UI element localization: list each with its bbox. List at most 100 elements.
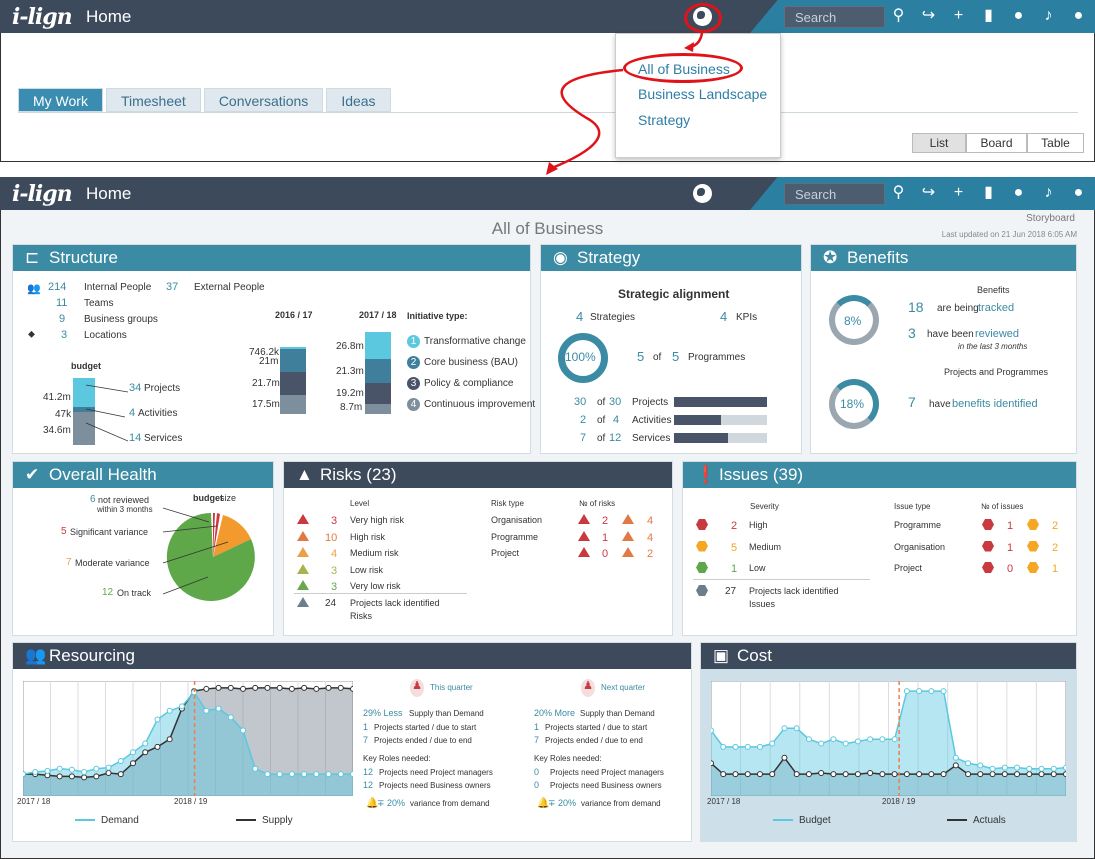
data-point <box>215 684 222 691</box>
data-point <box>744 771 751 778</box>
not-reviewed-label: not reviewed <box>98 495 150 505</box>
data-point <box>325 771 332 778</box>
strategy-row-aligned: 7 <box>580 432 587 444</box>
data-point <box>756 743 763 750</box>
user-icon[interactable]: ● <box>1070 7 1087 24</box>
list-view-button[interactable]: List <box>912 133 966 153</box>
data-point <box>720 771 727 778</box>
logo[interactable]: i-lign <box>12 4 73 30</box>
data-point <box>781 725 788 732</box>
tab-timesheet[interactable]: Timesheet <box>105 88 201 112</box>
data-point <box>891 771 898 778</box>
bell-icon[interactable]: ♪ <box>1040 184 1057 201</box>
tab-ideas[interactable]: Ideas <box>326 88 391 112</box>
strategy-percent: 100% <box>565 350 596 364</box>
risk-level-label: High risk <box>350 531 386 542</box>
plus-icon[interactable]: + <box>950 184 967 201</box>
data-point <box>203 685 210 692</box>
strategy-panel: ◉ Strategy Strategic alignment 4 Strategi… <box>540 244 802 454</box>
risk-level-label: Very low risk <box>350 581 401 591</box>
data-point <box>1001 771 1008 778</box>
plus-icon[interactable]: + <box>950 7 967 24</box>
budget-activities-value: 47k <box>55 409 72 420</box>
bell-icon[interactable]: ♪ <box>1040 7 1057 24</box>
issue-type-high-count: 1 <box>1007 520 1014 532</box>
tab-my-work[interactable]: My Work <box>18 88 103 112</box>
data-point <box>313 685 320 692</box>
board-view-button[interactable]: Board <box>966 133 1027 153</box>
logo[interactable]: i-lign <box>12 181 73 207</box>
quarter-supply: Supply than Demand <box>409 709 484 718</box>
data-point <box>301 771 308 778</box>
res-x-label-1: 2017 / 18 <box>17 797 51 806</box>
budget-label: budget <box>71 361 101 371</box>
tab-conversations[interactable]: Conversations <box>203 88 324 112</box>
variance-value: ∓ 20% <box>548 798 577 808</box>
data-point <box>240 727 246 734</box>
person-icon: ♟ <box>410 679 424 697</box>
issue-level-label: High <box>749 520 768 530</box>
search-input[interactable]: Search <box>784 6 885 28</box>
risk-triangle-icon <box>297 547 309 557</box>
issue-type-medium-icon <box>1027 519 1039 530</box>
issue-level-label: Low <box>749 563 766 573</box>
legend-demand: Demand <box>75 815 139 826</box>
person-icon: ♟ <box>581 679 595 697</box>
legend-budget: Budget <box>773 815 831 826</box>
risk-type-label: Project <box>491 548 520 558</box>
table-view-button[interactable]: Table <box>1027 133 1084 153</box>
business-groups-label: Business groups <box>84 314 158 325</box>
lack-issues-label-2: Issues <box>749 599 776 609</box>
reviewed-label: reviewed <box>975 328 1020 340</box>
search-input[interactable]: Search <box>784 183 885 205</box>
quarter-pct: 29% Less <box>363 708 403 718</box>
share-icon[interactable]: ↪ <box>920 7 937 24</box>
data-point <box>32 768 39 775</box>
data-point <box>23 771 26 778</box>
bo-count: 12 <box>363 780 374 790</box>
risk-level-header: Level <box>350 499 370 508</box>
home-title: Home <box>86 184 132 203</box>
chat-icon[interactable]: ● <box>1010 7 1027 24</box>
storyboard-link[interactable]: Storyboard <box>1026 213 1075 224</box>
data-point <box>769 771 776 778</box>
risk-level-label: Low risk <box>350 564 384 575</box>
issue-type-label: Programme <box>894 520 942 530</box>
search-icon[interactable]: ⚲ <box>890 184 907 201</box>
initiative-badge: 4 <box>407 398 420 411</box>
programmes-total: 5 <box>672 349 680 364</box>
data-point <box>744 743 751 750</box>
bookmark-icon[interactable]: ▮ <box>980 7 997 24</box>
data-point <box>1063 771 1066 778</box>
data-point <box>720 743 727 750</box>
globe-icon[interactable] <box>693 184 712 203</box>
risk-level-count: 10 <box>325 531 338 544</box>
bookmark-icon[interactable]: ▮ <box>980 184 997 201</box>
initiative-label: Transformative change <box>424 336 526 347</box>
benefits-title: Benefits <box>847 248 909 267</box>
search-icon[interactable]: ⚲ <box>890 7 907 24</box>
last-3-months-label: in the last 3 months <box>958 342 1028 351</box>
dropdown-strategy[interactable]: Strategy <box>638 112 690 128</box>
chat-icon[interactable]: ● <box>1010 184 1027 201</box>
lack-issues-count: 27 <box>725 586 737 597</box>
share-icon[interactable]: ↪ <box>920 184 937 201</box>
internal-people-count: 214 <box>48 281 67 293</box>
lack-risks-label-2: Risks <box>350 611 372 621</box>
issues-title: Issues (39) <box>719 465 804 484</box>
risk-count-header: № of risks <box>579 499 616 508</box>
key-roles-label: Key Roles needed: <box>534 754 602 763</box>
dropdown-business-landscape[interactable]: Business Landscape <box>638 86 767 102</box>
user-icon[interactable]: ● <box>1070 184 1087 201</box>
cost-panel: ▣ Cost 2017 / 18 2018 / 19 Budget Actuals <box>700 642 1077 842</box>
strategic-alignment-title: Strategic alignment <box>618 287 730 301</box>
data-point <box>903 688 910 695</box>
scope-dropdown: All of Business Business Landscape Strat… <box>615 33 781 158</box>
legend-actuals: Actuals <box>947 815 1006 826</box>
top-navbar: i-lign Home Search ⚲ ↪ + ▮ ● ♪ ● <box>0 0 1095 33</box>
budget-connector-lines <box>85 384 129 442</box>
data-point <box>1014 771 1021 778</box>
data-point <box>952 762 959 769</box>
quarter-title: Next quarter <box>601 683 646 692</box>
y2-value-4: 8.7m <box>340 402 363 413</box>
